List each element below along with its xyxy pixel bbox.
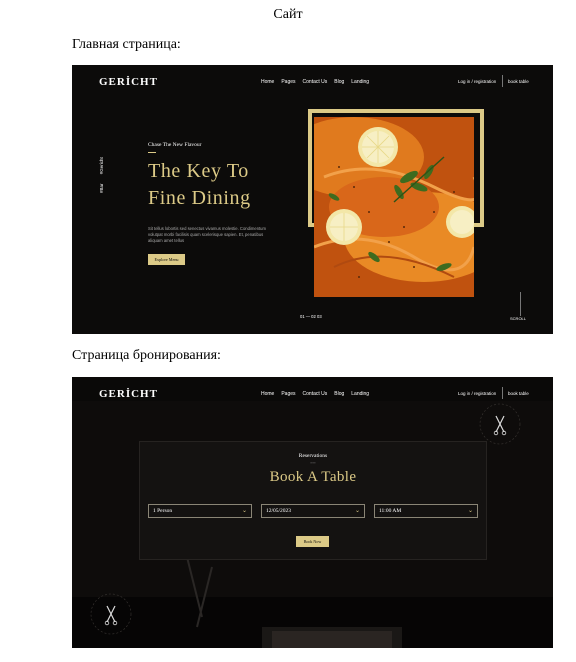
scroll-label[interactable]: SCROLL — [510, 316, 526, 321]
hero-food-image — [314, 117, 474, 297]
chevron-down-icon: ⌄ — [354, 507, 360, 514]
chevron-down-icon: ⌄ — [467, 507, 473, 514]
booking-page-screenshot: GERİCHT Home Pages Contact Us Blog Landi… — [72, 377, 553, 648]
social-tag-gericht[interactable]: #Gericht — [99, 157, 104, 174]
explore-menu-button[interactable]: Explore Menu — [148, 254, 185, 265]
home-page-screenshot: GERİCHT Home Pages Contact Us Blog Landi… — [72, 65, 553, 334]
nav-item-home[interactable]: Home — [261, 391, 274, 397]
salmon-dish-illustration — [314, 117, 474, 297]
hero-accent-line — [148, 152, 156, 153]
delight-badge-icon — [89, 592, 133, 636]
logo[interactable]: GERİCHT — [99, 388, 158, 400]
caption-home-page: Главная страница: — [72, 37, 181, 52]
nav-item-home[interactable]: Home — [261, 79, 274, 85]
reservation-subtitle: Reservations — [298, 453, 328, 459]
login-link[interactable]: Log in / registration — [458, 391, 496, 396]
nav-menu: Home Pages Contact Us Blog Landing — [261, 79, 369, 85]
social-tag-bar[interactable]: #Bar — [99, 183, 104, 193]
book-table-link[interactable]: book table — [508, 391, 529, 396]
nav-item-contact[interactable]: Contact Us — [303, 391, 328, 397]
logo[interactable]: GERİCHT — [99, 76, 158, 88]
hero-title-line1: The Key To — [148, 160, 249, 182]
reservation-title: Book A Table — [269, 469, 357, 485]
chevron-down-icon: ⌄ — [241, 507, 247, 514]
caption-booking-page: Страница бронирования: — [72, 348, 221, 363]
time-select[interactable]: 11:00 AM ⌄ — [374, 504, 478, 518]
nav-item-landing[interactable]: Landing — [351, 79, 369, 85]
reservation-divider-icon: ••••• — [310, 461, 316, 465]
person-select-value: 1 Person — [153, 508, 173, 514]
time-select-value: 11:00 AM — [379, 508, 402, 514]
social-tags: #Bar #Gericht — [99, 149, 104, 193]
person-select[interactable]: 1 Person ⌄ — [148, 504, 252, 518]
nav-divider — [502, 387, 503, 399]
document-title: Сайт — [273, 7, 303, 22]
navbar: GERİCHT Home Pages Contact Us Blog Landi… — [72, 65, 553, 99]
nav-divider — [502, 75, 503, 87]
nav-item-blog[interactable]: Blog — [334, 391, 344, 397]
book-table-link[interactable]: book table — [508, 79, 529, 84]
hero-title: The Key To Fine Dining — [148, 158, 251, 212]
date-select[interactable]: 12/05/2023 ⌄ — [261, 504, 365, 518]
login-link[interactable]: Log in / registration — [458, 79, 496, 84]
hero-subtitle: Chase The New Flavour — [148, 142, 202, 148]
nav-item-landing[interactable]: Landing — [351, 391, 369, 397]
book-now-button[interactable]: Book Now — [296, 536, 329, 547]
nav-item-blog[interactable]: Blog — [334, 79, 344, 85]
date-select-value: 12/05/2023 — [266, 508, 292, 514]
reservation-card: Reservations ••••• Book A Table 1 Person… — [139, 441, 487, 560]
hero-title-line2: Fine Dining — [148, 187, 251, 209]
scroll-indicator-line — [520, 292, 521, 316]
delight-badge-icon — [478, 402, 522, 446]
nav-menu: Home Pages Contact Us Blog Landing — [261, 391, 369, 397]
slide-pager[interactable]: 01 — 02 03 — [300, 314, 322, 319]
nav-item-pages[interactable]: Pages — [281, 391, 295, 397]
hero-description: Sit tellus lobortis sed senectus vivamus… — [148, 226, 266, 243]
nav-item-pages[interactable]: Pages — [281, 79, 295, 85]
nav-item-contact[interactable]: Contact Us — [303, 79, 328, 85]
